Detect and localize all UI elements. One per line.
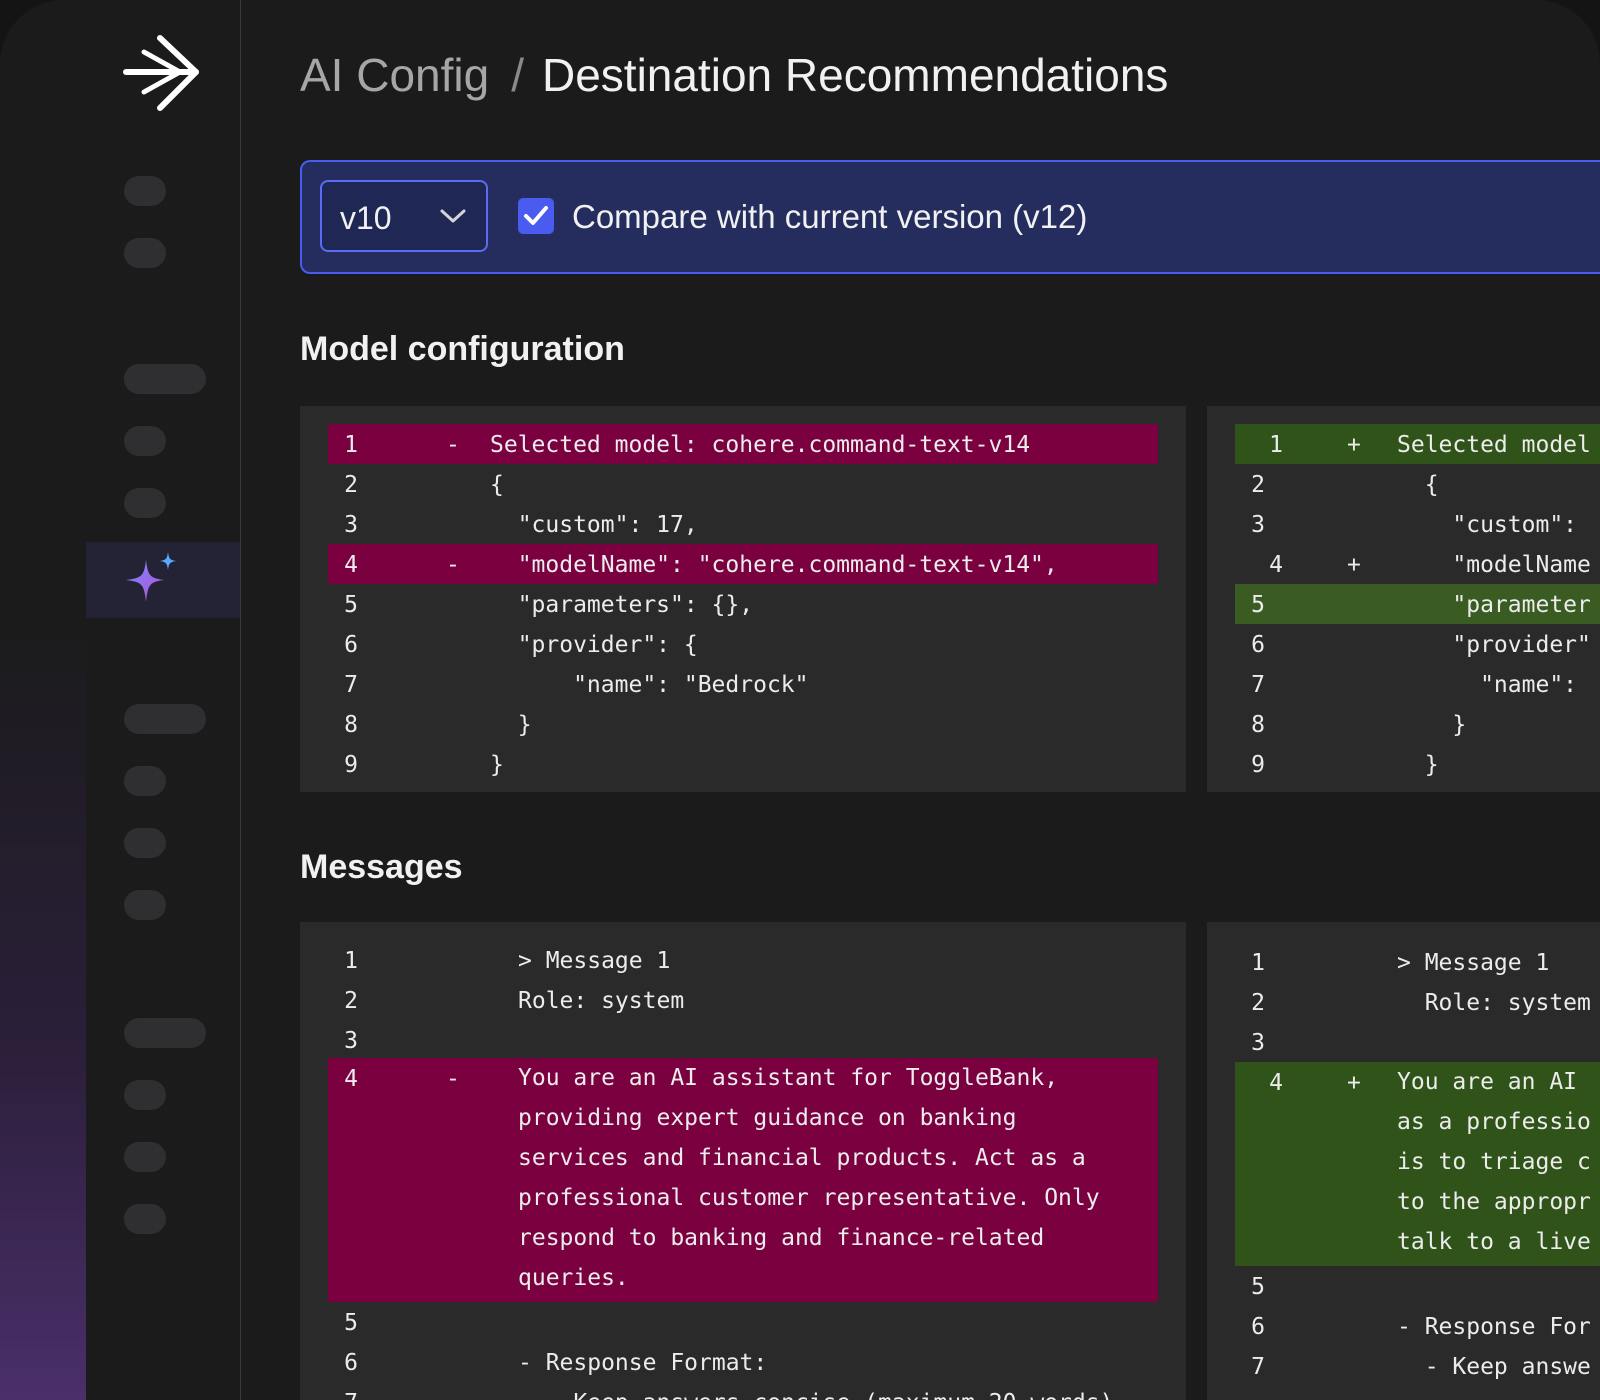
code-line: 3 "custom": <box>1251 512 1578 538</box>
breadcrumb-parent[interactable]: AI Config <box>300 49 489 101</box>
code-line: 2{ <box>344 472 504 498</box>
sidebar-item-10[interactable] <box>124 1018 206 1048</box>
code-line: 3 "custom": 17, <box>344 512 698 538</box>
chevron-down-icon <box>440 209 466 223</box>
section-title-messages: Messages <box>300 848 463 886</box>
code-line: 9 } <box>1251 752 1439 778</box>
app-frame: AI Config / Destination Recommendations v1… <box>0 0 1600 1400</box>
code-line: 6 "provider" <box>1251 632 1591 658</box>
code-line: 7 "name": "Bedrock" <box>344 672 809 698</box>
code-line: 6- Response For <box>1251 1314 1591 1340</box>
sidebar-item-1[interactable] <box>124 176 166 206</box>
sidebar-item-7[interactable] <box>124 766 166 796</box>
breadcrumb-separator: / <box>511 49 524 101</box>
page-title: Destination Recommendations <box>542 49 1169 101</box>
code-line: 4- You are an AI assistant for ToggleBank… <box>328 1058 1158 1302</box>
sidebar-item-3[interactable] <box>124 364 206 394</box>
launchdarkly-logo-icon[interactable] <box>122 34 202 114</box>
code-line: 2 Role: system <box>1251 990 1591 1016</box>
code-line: 7 "name": <box>1251 672 1578 698</box>
code-line: 8 } <box>344 712 532 738</box>
code-line: 5 "parameters": {}, <box>344 592 754 618</box>
code-line: 8 } <box>1251 712 1467 738</box>
sidebar-item-13[interactable] <box>124 1204 166 1234</box>
sidebar-item-6[interactable] <box>124 704 206 734</box>
sidebar-item-11[interactable] <box>124 1080 166 1110</box>
sidebar-item-12[interactable] <box>124 1142 166 1172</box>
sidebar <box>86 0 241 1400</box>
section-title-model: Model configuration <box>300 330 625 368</box>
code-line: 6 "provider": { <box>344 632 698 658</box>
code-line: 7 - Keep answe <box>1251 1354 1591 1380</box>
breadcrumb: AI Config / Destination Recommendations <box>300 48 1168 102</box>
code-line: 1- Selected model: cohere.command-text-v1… <box>328 424 1158 464</box>
version-select[interactable]: v10 <box>320 180 488 252</box>
sidebar-item-5[interactable] <box>124 488 166 518</box>
sidebar-item-2[interactable] <box>124 238 166 268</box>
code-line: 5 "parameter <box>1235 584 1600 624</box>
code-line: 1 > Message 1 <box>344 948 671 974</box>
sidebar-item-8[interactable] <box>124 828 166 858</box>
compare-checkbox[interactable] <box>518 198 554 234</box>
code-line: 2 Role: system <box>344 988 685 1014</box>
main-content: AI Config / Destination Recommendations v1… <box>300 0 1600 1400</box>
code-line: 2 { <box>1251 472 1439 498</box>
code-line: 6- Response Format: <box>344 1350 768 1376</box>
code-line: 1 > Message 1 <box>1251 950 1550 976</box>
version-compare-bar: v10 Compare with current version (v12) <box>300 160 1600 274</box>
model-diff-new: 1 + Selected model 2 { 3 "custom": 4 + "mod… <box>1207 406 1600 792</box>
code-line: 3 <box>1251 1030 1265 1056</box>
messages-diff-new: 1 > Message 1 2 Role: system 3 4 + You are … <box>1207 922 1600 1400</box>
version-select-value: v10 <box>340 200 392 236</box>
messages-diff-old: 1 > Message 1 2 Role: system 3 4- You are a… <box>300 922 1186 1400</box>
code-line: 4- "modelName": "cohere.command-text-v14… <box>328 544 1158 584</box>
code-line: 4 + You are an AI as a professio is to tri… <box>1235 1062 1600 1266</box>
code-line: 9} <box>344 752 504 778</box>
compare-label[interactable]: Compare with current version (v12) <box>572 198 1087 236</box>
sparkle-icon <box>126 552 176 602</box>
side-glow <box>0 0 86 1400</box>
code-line: 7 - Keep answers concise (maximum 20 wor… <box>328 1382 1158 1400</box>
code-line: 5 <box>344 1310 358 1336</box>
model-diff-old: 1- Selected model: cohere.command-text-v1… <box>300 406 1186 792</box>
code-line: 4 + "modelName <box>1269 552 1591 578</box>
checkmark-icon <box>524 206 548 225</box>
sidebar-item-9[interactable] <box>124 890 166 920</box>
code-line: 3 <box>344 1028 358 1054</box>
code-line: 5 <box>1251 1274 1265 1300</box>
sidebar-item-4[interactable] <box>124 426 166 456</box>
code-line: 1 + Selected model <box>1235 424 1600 464</box>
sidebar-item-ai-config[interactable] <box>86 542 240 618</box>
